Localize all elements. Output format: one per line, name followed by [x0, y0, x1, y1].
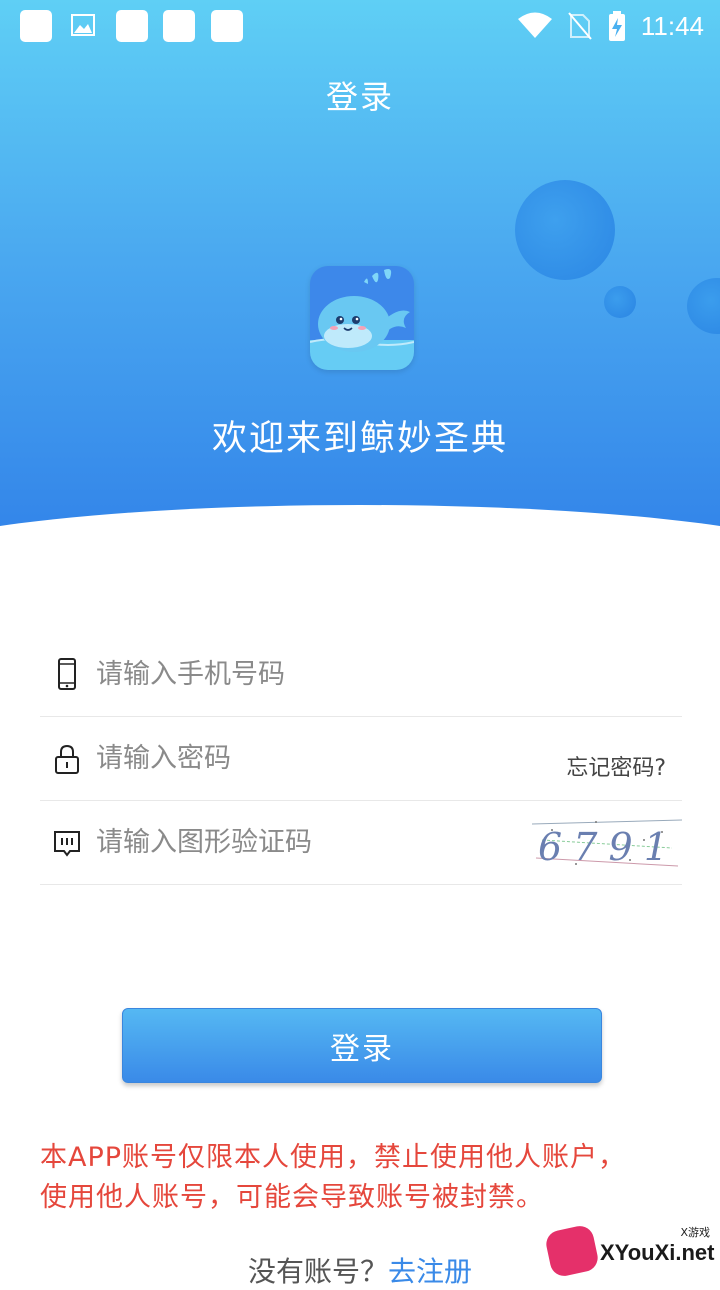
notification-icon: [163, 10, 195, 42]
decor-bubble-edge: [687, 278, 720, 334]
message-icon: [54, 831, 80, 857]
watermark-logo-icon: [543, 1223, 601, 1279]
app-logo-whale: [310, 266, 414, 370]
phone-icon: [58, 658, 76, 690]
notification-icon: [211, 10, 243, 42]
forgot-password-link[interactable]: 忘记密码?: [566, 750, 666, 782]
captcha-digits: 6791: [538, 825, 668, 869]
site-watermark: X游戏 XYouXi.net: [543, 1222, 720, 1280]
decor-bubble-large: [515, 180, 615, 280]
account-notice: 本APP账号仅限本人使用，禁止使用他人账户， 使用他人账号，可能会导致账号被封禁…: [40, 1138, 690, 1218]
wifi-icon: [517, 12, 552, 38]
phone-field: [40, 632, 682, 717]
notification-icon: [116, 10, 148, 42]
watermark-small-text: X游戏: [680, 1226, 710, 1239]
login-button[interactable]: 登录: [122, 1008, 602, 1083]
register-prompt-text: 没有账号？: [247, 1255, 388, 1288]
notification-icon: [20, 10, 52, 42]
status-time: 11:44: [640, 10, 704, 41]
battery-charging-icon: [608, 11, 625, 41]
decor-bubble-small: [604, 286, 636, 318]
welcome-text: 欢迎来到鲸妙圣典: [211, 419, 508, 459]
header-curve: [0, 505, 720, 580]
password-field: 忘记密码?: [40, 716, 682, 801]
captcha-image[interactable]: 6791: [531, 810, 683, 874]
password-input[interactable]: [96, 734, 516, 782]
no-sim-icon: [568, 12, 592, 40]
captcha-input[interactable]: [96, 818, 516, 866]
notice-line-1: 本APP账号仅限本人使用，禁止使用他人账户，: [40, 1142, 627, 1173]
notice-line-2: 使用他人账号，可能会导致账号被封禁。: [40, 1182, 544, 1213]
image-notification-icon: [70, 12, 96, 42]
register-link[interactable]: 去注册: [388, 1255, 472, 1288]
lock-icon: [55, 744, 79, 774]
phone-input[interactable]: [96, 650, 516, 698]
captcha-field: 6791: [40, 800, 683, 885]
watermark-text: XYouXi.net: [600, 1240, 715, 1265]
page-title: 登录: [325, 78, 394, 116]
status-bar: 11:44: [0, 0, 720, 52]
